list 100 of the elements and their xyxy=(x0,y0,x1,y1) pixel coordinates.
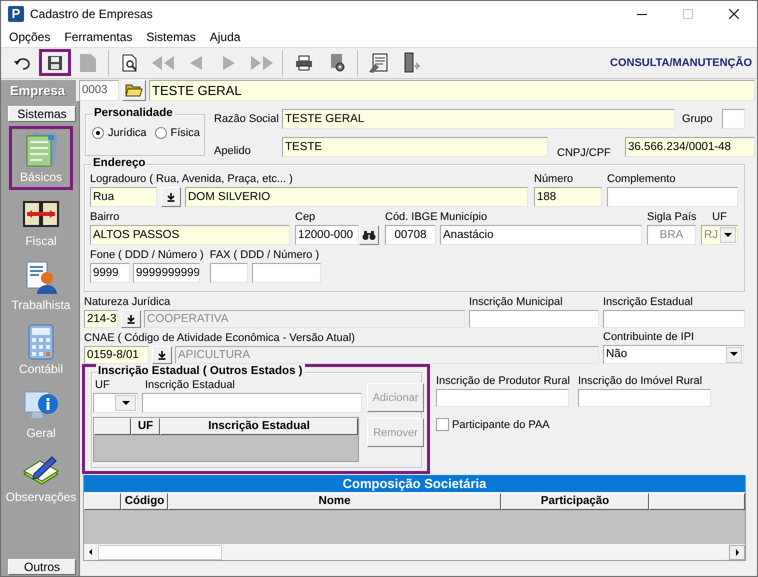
lookup-button[interactable] xyxy=(121,310,141,328)
text-field[interactable]: 9999 xyxy=(90,263,130,283)
maximize-icon[interactable] xyxy=(683,9,693,19)
field-label: Inscrição de Produtor Rural xyxy=(436,374,570,389)
last-record-icon xyxy=(249,54,275,70)
code-field[interactable]: 214-3 xyxy=(84,310,118,328)
field-label: Inscrição Estadual xyxy=(603,295,694,310)
text-field[interactable] xyxy=(607,187,738,207)
code-field[interactable]: 0003 xyxy=(79,80,119,100)
text-field[interactable] xyxy=(469,310,599,328)
field-label: UF xyxy=(712,210,727,225)
text-field[interactable] xyxy=(210,263,248,283)
text-field[interactable] xyxy=(578,389,711,407)
section-label: Empresa xyxy=(1,80,76,100)
field-label: Número xyxy=(534,172,574,187)
column-header: Inscrição Estadual xyxy=(160,418,358,435)
field-label: Sigla País xyxy=(647,210,697,225)
text-field[interactable]: Rua xyxy=(90,187,157,207)
dropdown-field[interactable] xyxy=(93,393,138,413)
text-field[interactable] xyxy=(722,109,745,129)
text-field[interactable] xyxy=(603,310,745,328)
field-label: Cód. IBGE xyxy=(385,210,438,225)
arrow-down-icon xyxy=(157,350,167,360)
menu-item[interactable]: Ferramentas xyxy=(57,30,140,44)
gear-document-icon xyxy=(328,52,346,72)
checkbox[interactable]: Participante do PAA xyxy=(436,418,711,431)
lookup-button[interactable] xyxy=(161,187,181,207)
field-label: FAX ( DDD / Número ) xyxy=(210,248,320,263)
sidebar-header-button[interactable]: Sistemas xyxy=(8,106,76,122)
field-label: UF xyxy=(94,378,111,393)
field-label: Complemento xyxy=(607,172,676,187)
radio-button[interactable]: Jurídica xyxy=(92,127,147,139)
field-label: Apelido xyxy=(214,144,252,159)
grid-title: Composição Societária xyxy=(84,475,745,492)
person-document-icon xyxy=(25,260,57,294)
field-label: Bairro xyxy=(90,210,120,225)
field-label: Inscrição Municipal xyxy=(469,295,564,310)
code-field[interactable]: 0159-8/01 xyxy=(84,346,149,364)
menu-item[interactable]: Ajuda xyxy=(202,30,248,44)
binoculars-icon xyxy=(362,230,376,240)
dropdown-field[interactable]: Não xyxy=(603,345,744,364)
arrow-down-icon xyxy=(126,314,136,324)
print-preview-icon xyxy=(121,54,139,72)
column-header: Nome xyxy=(168,493,501,510)
field-label: CNPJ/CPF xyxy=(557,146,612,161)
field-label: Inscrição do Imóvel Rural xyxy=(578,374,704,389)
printer-icon xyxy=(295,54,313,70)
description-field: APICULTURA xyxy=(175,346,599,364)
folder-icon xyxy=(125,83,143,97)
field-label: Cep xyxy=(295,210,316,225)
arrow-down-icon xyxy=(166,192,176,202)
document-icon xyxy=(79,52,97,72)
search-button[interactable] xyxy=(359,225,379,245)
column-header: Participação xyxy=(501,493,649,510)
mode-label: CONSULTA/MANUTENÇÃO xyxy=(610,56,752,68)
sidebar-footer-button[interactable]: Outros xyxy=(8,559,76,575)
notepad-pencil-icon xyxy=(22,454,60,486)
door-icon xyxy=(403,52,421,74)
text-field[interactable]: DOM SILVERIO xyxy=(185,187,528,207)
menu-item[interactable]: Sistemas xyxy=(139,30,203,44)
text-field[interactable]: 12000-000 xyxy=(295,225,359,245)
company-name-field[interactable]: TESTE GERAL xyxy=(149,80,755,100)
field-label: Município xyxy=(440,210,488,225)
close-icon[interactable] xyxy=(729,9,739,19)
field-label: Contribuinte de IPI xyxy=(603,330,696,345)
app-logo: P xyxy=(8,6,24,22)
field-label: Inscrição Estadual xyxy=(145,378,235,393)
sidebar-item-label: Básicos xyxy=(20,170,62,184)
text-field[interactable]: TESTE GERAL xyxy=(282,109,675,129)
text-field[interactable]: 36.566.234/0001-48 xyxy=(625,137,755,157)
scroll-right-icon[interactable] xyxy=(729,544,745,560)
form-icon xyxy=(24,132,58,168)
field-label: CNAE ( Código de Atividade Econômica - Versão Atual) xyxy=(84,331,356,346)
sidebar-item-label: Geral xyxy=(26,426,56,440)
group-title: Inscrição Estadual ( Outros Estados ) xyxy=(96,364,304,379)
lookup-button[interactable] xyxy=(152,346,172,364)
first-record-icon xyxy=(150,54,176,70)
open-button[interactable] xyxy=(122,80,146,100)
sidebar-item-label: Observações xyxy=(6,490,76,504)
caret-icon xyxy=(724,232,732,238)
text-field[interactable]: 9999999999 xyxy=(133,263,200,283)
toolbar-button[interactable] xyxy=(39,49,71,76)
sidebar-item-label: Contábil xyxy=(18,362,64,376)
menu-item[interactable]: Opções xyxy=(2,30,58,44)
field-label: Logradouro ( Rua, Avenida, Praça, etc... ) xyxy=(90,172,294,187)
radio-button[interactable]: Física xyxy=(154,127,200,139)
text-field[interactable] xyxy=(252,263,321,283)
text-field[interactable]: TESTE xyxy=(282,137,548,157)
column-header: Código xyxy=(121,493,168,510)
text-field[interactable]: 00708 xyxy=(385,225,436,245)
text-field[interactable]: Anastácio xyxy=(440,225,642,245)
caret-icon xyxy=(730,352,738,357)
text-field[interactable] xyxy=(142,393,362,413)
description-field: COOPERATIVA xyxy=(144,310,465,328)
text-field[interactable]: 188 xyxy=(534,187,602,207)
text-field[interactable]: ALTOS PASSOS xyxy=(90,225,290,245)
notepad-icon xyxy=(368,52,390,74)
scrollbar[interactable] xyxy=(84,544,745,560)
sidebar-item-label: Fiscal xyxy=(25,234,57,248)
text-field[interactable] xyxy=(436,389,569,407)
